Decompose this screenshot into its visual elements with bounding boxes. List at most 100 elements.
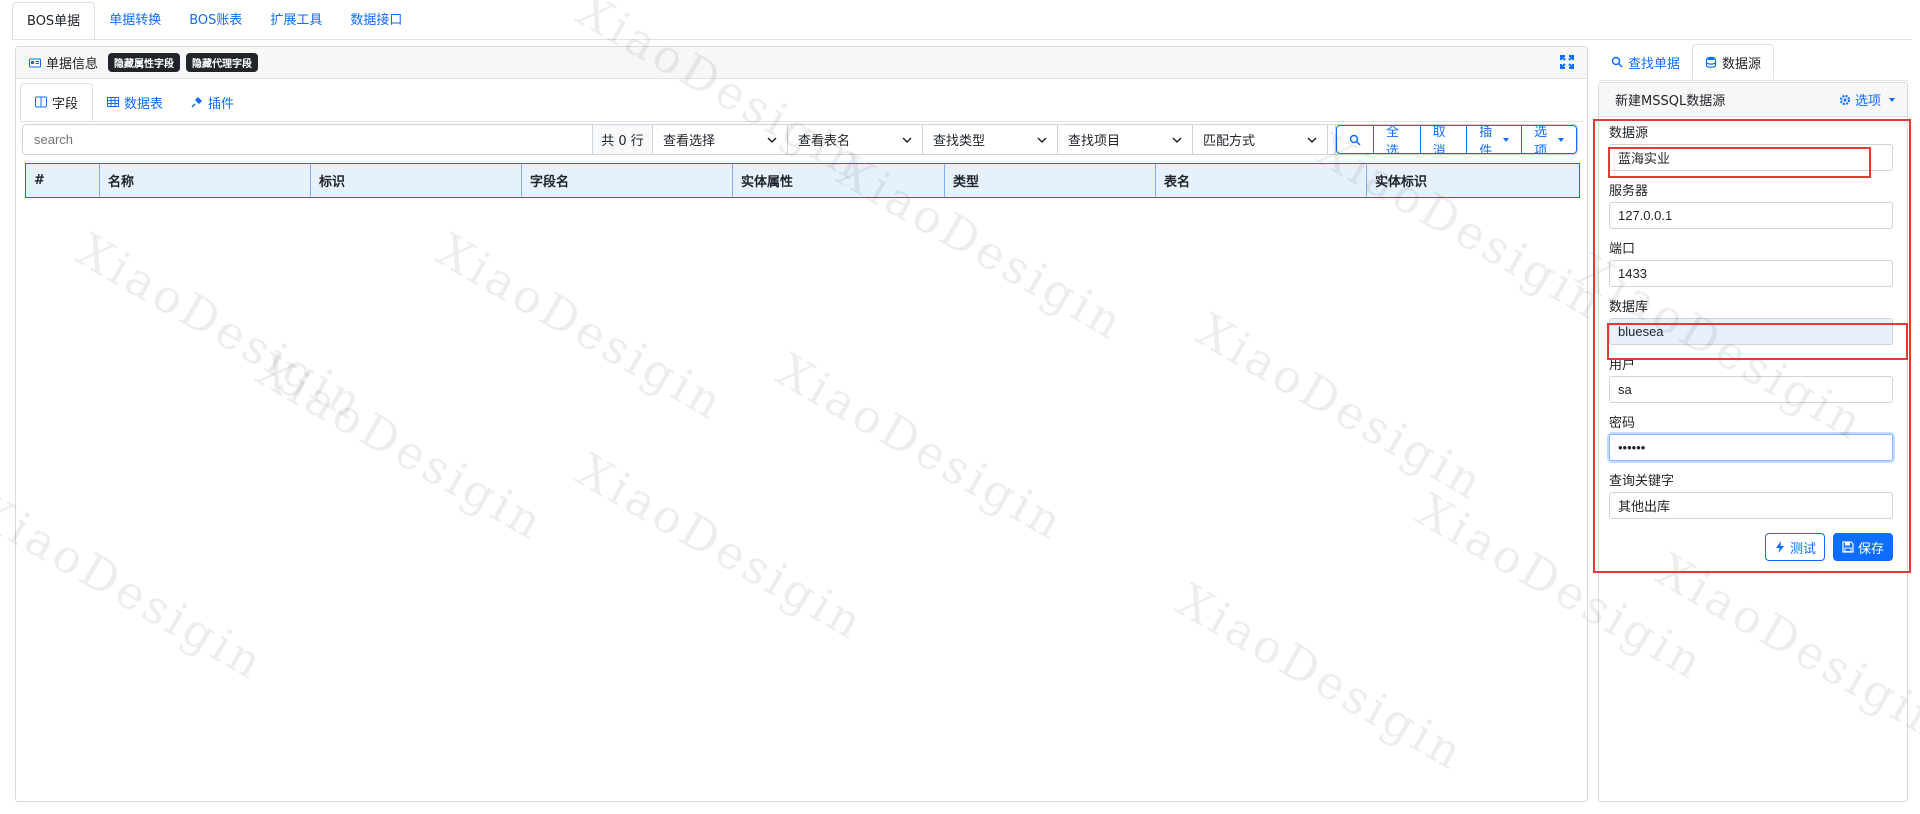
id-card-icon xyxy=(29,58,41,67)
expand-icon[interactable] xyxy=(1559,54,1575,70)
database-label: 数据库 xyxy=(1609,300,1649,315)
datasource-title: 新建MSSQL数据源 xyxy=(1615,94,1726,109)
port-input[interactable] xyxy=(1609,260,1893,287)
save-icon xyxy=(1842,541,1854,553)
column-header-entity-property[interactable]: 实体属性 xyxy=(733,164,945,197)
tab-fields[interactable]: 字段 xyxy=(20,83,94,121)
right-tab-bar: 查找单据 数据源 xyxy=(1599,44,1775,80)
tab-plugin[interactable]: 插件 xyxy=(177,83,248,121)
field-toolbar: 共 0 行 查看选择 查看表名 查找类型 查找项目 匹配方式 全选 取消 插件 xyxy=(22,124,1578,155)
form-group-server: 服务器 xyxy=(1609,181,1894,239)
datasource-name-input[interactable] xyxy=(1609,144,1893,171)
tab-data-table-label: 数据表 xyxy=(124,96,164,112)
query-keyword-label: 查询关键字 xyxy=(1609,474,1675,489)
server-input[interactable] xyxy=(1609,202,1893,229)
chevron-down-icon xyxy=(1037,136,1047,143)
form-group-port: 端口 xyxy=(1609,239,1894,297)
database-input[interactable] xyxy=(1609,318,1893,345)
sub-tab-divider xyxy=(20,121,1583,122)
plug-icon xyxy=(191,97,203,108)
form-group-query-keyword: 查询关键字 xyxy=(1609,471,1894,529)
server-label: 服务器 xyxy=(1609,184,1649,199)
tab-datasource[interactable]: 数据源 xyxy=(1692,44,1775,80)
password-label: 密码 xyxy=(1609,416,1636,431)
tab-datasource-label: 数据源 xyxy=(1722,56,1762,72)
options-label: 选项 xyxy=(1534,124,1548,155)
test-label: 测试 xyxy=(1789,540,1816,556)
save-button[interactable]: 保存 xyxy=(1832,533,1893,561)
search-icon xyxy=(1349,134,1361,146)
options-dropdown-button[interactable]: 选项 xyxy=(1522,125,1577,154)
user-input[interactable] xyxy=(1609,376,1893,403)
view-table-dropdown[interactable]: 查看表名 xyxy=(788,125,923,154)
datasource-header: 新建MSSQL数据源 选项 xyxy=(1599,83,1907,117)
cancel-button[interactable]: 取消 xyxy=(1420,125,1468,154)
chevron-down-icon xyxy=(902,136,912,143)
column-header-type[interactable]: 类型 xyxy=(945,164,1156,197)
plugin-dropdown-button[interactable]: 插件 xyxy=(1467,124,1523,155)
column-header-table-name[interactable]: 表名 xyxy=(1156,164,1367,197)
database-icon xyxy=(1705,56,1717,68)
tab-plugin-label: 插件 xyxy=(208,96,235,112)
search-button[interactable] xyxy=(1336,125,1374,154)
hide-proxy-fields-badge[interactable]: 隐藏代理字段 xyxy=(186,53,259,72)
form-group-datasource: 数据源 xyxy=(1609,123,1894,181)
save-label: 保存 xyxy=(1857,540,1884,556)
form-group-user: 用户 xyxy=(1609,355,1894,413)
query-keyword-input[interactable] xyxy=(1609,492,1893,519)
caret-down-icon xyxy=(1503,137,1510,142)
view-table-label: 查看表名 xyxy=(798,134,851,149)
hide-attr-fields-badge[interactable]: 隐藏属性字段 xyxy=(108,53,181,72)
test-button[interactable]: 测试 xyxy=(1764,533,1825,561)
bill-info-title: 单据信息 xyxy=(29,53,98,72)
row-count-label: 共 0 行 xyxy=(593,125,653,154)
right-tab-divider xyxy=(1599,80,1908,81)
datasource-name-label: 数据源 xyxy=(1609,126,1649,141)
datasource-form: 数据源 服务器 端口 数据库 用户 密码 查询关键字 xyxy=(1609,123,1894,561)
column-header-field-name[interactable]: 字段名 xyxy=(522,164,733,197)
form-group-database: 数据库 xyxy=(1609,297,1894,355)
view-select-dropdown[interactable]: 查看选择 xyxy=(653,125,788,154)
tab-data-table[interactable]: 数据表 xyxy=(93,83,177,121)
caret-down-icon xyxy=(1558,137,1564,142)
search-icon xyxy=(1611,56,1623,68)
plugin-label: 插件 xyxy=(1479,124,1493,155)
chevron-down-icon xyxy=(1307,136,1317,143)
column-header-entity-identifier[interactable]: 实体标识 xyxy=(1367,164,1579,197)
find-type-dropdown[interactable]: 查找类型 xyxy=(923,125,1058,154)
datasource-options-dropdown[interactable]: 选项 xyxy=(1839,90,1895,109)
chevron-down-icon xyxy=(1172,136,1182,143)
select-all-button[interactable]: 全选 xyxy=(1374,125,1421,154)
column-header-identifier[interactable]: 标识 xyxy=(311,164,522,197)
caret-down-icon xyxy=(1889,97,1895,102)
user-label: 用户 xyxy=(1609,358,1636,373)
tab-bill-convert[interactable]: 单据转换 xyxy=(95,2,175,40)
fields-table-header: # 名称 标识 字段名 实体属性 类型 表名 实体标识 xyxy=(25,163,1580,198)
main-tab-bar: BOS单据 单据转换 BOS账表 扩展工具 数据接口 xyxy=(12,2,416,40)
columns-icon xyxy=(35,96,47,108)
column-header-name[interactable]: 名称 xyxy=(100,164,311,197)
tab-bos-bill[interactable]: BOS单据 xyxy=(12,2,96,40)
tab-find-bill-label: 查找单据 xyxy=(1628,56,1681,72)
search-input[interactable] xyxy=(23,125,593,154)
datasource-card: 新建MSSQL数据源 选项 数据源 服务器 端口 数据库 用户 密码 xyxy=(1598,82,1908,802)
column-header-index[interactable]: # xyxy=(26,164,100,197)
bill-sub-tab-bar: 字段 数据表 插件 xyxy=(20,83,248,121)
form-group-password: 密码 xyxy=(1609,413,1894,471)
bolt-icon xyxy=(1775,541,1784,553)
tab-extension-tools[interactable]: 扩展工具 xyxy=(256,2,336,40)
match-mode-dropdown[interactable]: 匹配方式 xyxy=(1193,125,1328,154)
tab-divider xyxy=(12,39,1912,40)
view-select-label: 查看选择 xyxy=(663,134,716,149)
find-item-label: 查找项目 xyxy=(1068,134,1121,149)
password-input[interactable] xyxy=(1609,434,1893,461)
tab-bos-report[interactable]: BOS账表 xyxy=(175,2,256,40)
toolbar-spacer xyxy=(1328,125,1336,154)
match-mode-label: 匹配方式 xyxy=(1203,134,1256,149)
chevron-down-icon xyxy=(767,136,777,143)
tab-find-bill[interactable]: 查找单据 xyxy=(1599,44,1692,80)
find-item-dropdown[interactable]: 查找项目 xyxy=(1058,125,1193,154)
form-actions: 测试 保存 xyxy=(1609,533,1894,561)
tab-data-interface[interactable]: 数据接口 xyxy=(336,2,416,40)
bill-info-label: 单据信息 xyxy=(46,57,99,72)
